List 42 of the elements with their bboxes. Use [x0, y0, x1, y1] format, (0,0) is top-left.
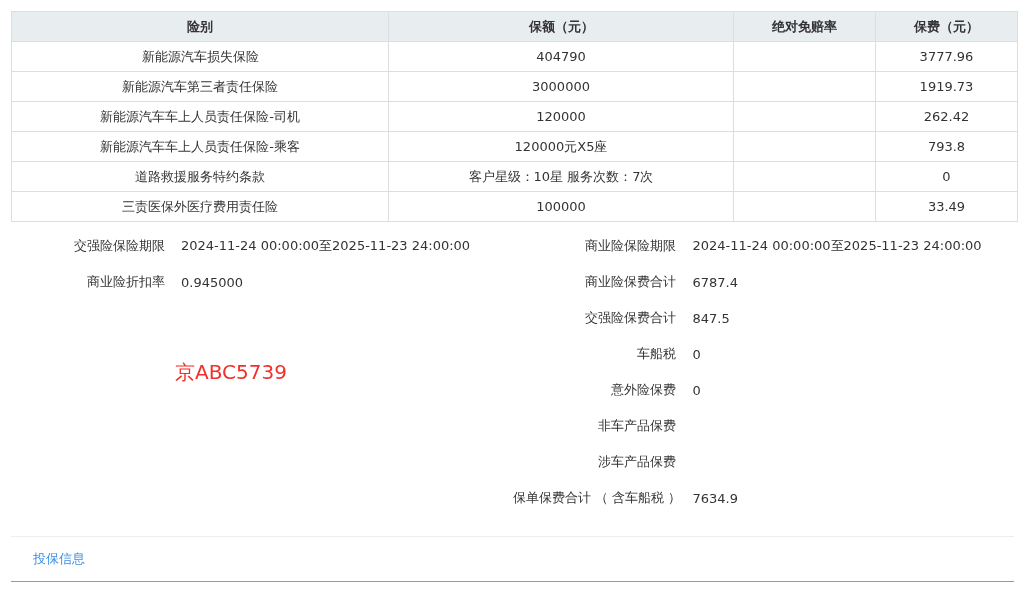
table-cell: 1919.73	[875, 71, 1018, 102]
column-header: 险别	[11, 11, 389, 42]
field-label: 涉车产品保费	[596, 453, 676, 471]
table-cell: 新能源汽车损失保险	[11, 41, 389, 72]
column-header: 保额（元）	[388, 11, 734, 42]
table-cell: 262.42	[875, 101, 1018, 132]
field-label: 交强险保险期限	[73, 237, 165, 255]
field-value: 2024-11-24 00:00:00至2025-11-23 24:00:00	[692, 237, 982, 255]
table-cell: 3000000	[388, 71, 734, 102]
table-cell: 404790	[388, 41, 734, 72]
field-label: 车船税	[635, 345, 676, 363]
table-cell: 120000元X5座	[388, 131, 734, 162]
table-cell: 新能源汽车车上人员责任保险-乘客	[11, 131, 389, 162]
field-label: 商业险折扣率	[86, 273, 165, 291]
field-value: 2024-11-24 00:00:00至2025-11-23 24:00:00	[181, 237, 471, 255]
table-cell: 120000	[388, 101, 734, 132]
table-cell: 三责医保外医疗费用责任险	[11, 191, 389, 222]
field-label: 意外险保费	[609, 381, 676, 399]
field-value: 0	[692, 346, 701, 362]
table-cell: 100000	[388, 191, 734, 222]
column-header: 绝对免赔率	[733, 11, 876, 42]
field-value: 847.5	[692, 310, 730, 326]
info-link[interactable]: 投保信息	[33, 550, 85, 568]
field-label: 非车产品保费	[596, 417, 676, 435]
plate-number: 京ABC5739	[175, 358, 287, 386]
field-value: 6787.4	[692, 274, 738, 290]
table-cell: 客户星级：10星 服务次数：7次	[388, 161, 734, 192]
field-value: 0.945000	[181, 274, 244, 290]
column-header: 保费（元）	[875, 11, 1018, 42]
field-label: 商业险保险期限	[583, 237, 676, 255]
table-cell: 0	[875, 161, 1018, 192]
table-cell: 道路救援服务特约条款	[11, 161, 389, 192]
field-label: 保单保费合计 （ 含车船税 ）	[512, 489, 676, 507]
field-label: 交强险保费合计	[583, 309, 676, 327]
table-cell: 新能源汽车车上人员责任保险-司机	[11, 101, 389, 132]
field-label: 商业险保费合计	[583, 273, 676, 291]
table-cell: 3777.96	[875, 41, 1018, 72]
field-value: 7634.9	[692, 490, 738, 506]
field-value: 0	[692, 382, 701, 398]
table-cell: 793.8	[875, 131, 1018, 162]
table-cell: 新能源汽车第三者责任保险	[11, 71, 389, 102]
table-cell: 33.49	[875, 191, 1018, 222]
